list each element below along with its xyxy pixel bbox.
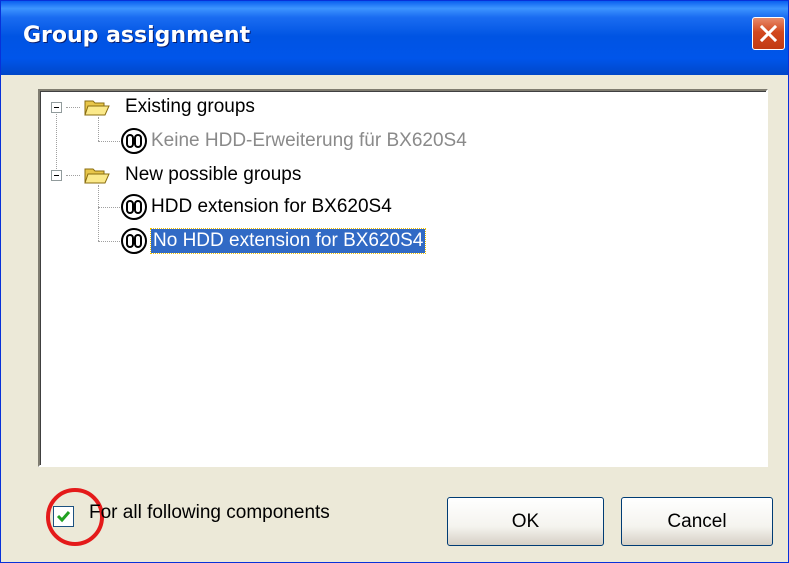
close-icon	[759, 24, 778, 43]
tree-item-label[interactable]: Keine HDD-Erweiterung für BX620S4	[151, 129, 467, 153]
tree-group-label[interactable]: New possible groups	[125, 163, 301, 187]
all-components-label[interactable]: For all following components	[89, 502, 330, 524]
ok-button[interactable]: OK	[447, 497, 604, 546]
group-assignment-dialog: Group assignment Existing groups Keine H	[0, 0, 789, 563]
tree-line	[98, 141, 120, 142]
component-icon	[121, 228, 147, 254]
collapse-existing-groups-icon[interactable]	[51, 102, 62, 113]
tree-item-label[interactable]: HDD extension for BX620S4	[151, 195, 392, 219]
component-icon	[121, 194, 147, 220]
group-tree-view[interactable]: Existing groups Keine HDD-Erweiterung fü…	[38, 89, 768, 467]
tree-line	[98, 117, 99, 141]
component-icon	[121, 128, 147, 154]
tree-line	[98, 241, 120, 242]
dialog-title: Group assignment	[23, 23, 251, 48]
tree-group-label[interactable]: Existing groups	[125, 95, 255, 119]
collapse-new-groups-icon[interactable]	[51, 170, 62, 181]
tree-item-label-selected[interactable]: No HDD extension for BX620S4	[149, 228, 427, 254]
tree-line	[56, 107, 57, 177]
tree-line	[66, 175, 80, 176]
title-bar[interactable]: Group assignment	[1, 1, 788, 75]
close-button[interactable]	[752, 17, 785, 50]
folder-open-icon	[84, 168, 110, 184]
cancel-button[interactable]: Cancel	[621, 497, 773, 546]
tree-line	[98, 207, 120, 208]
tree-line	[98, 185, 99, 241]
folder-open-icon	[84, 100, 110, 116]
tree-line	[66, 107, 80, 108]
